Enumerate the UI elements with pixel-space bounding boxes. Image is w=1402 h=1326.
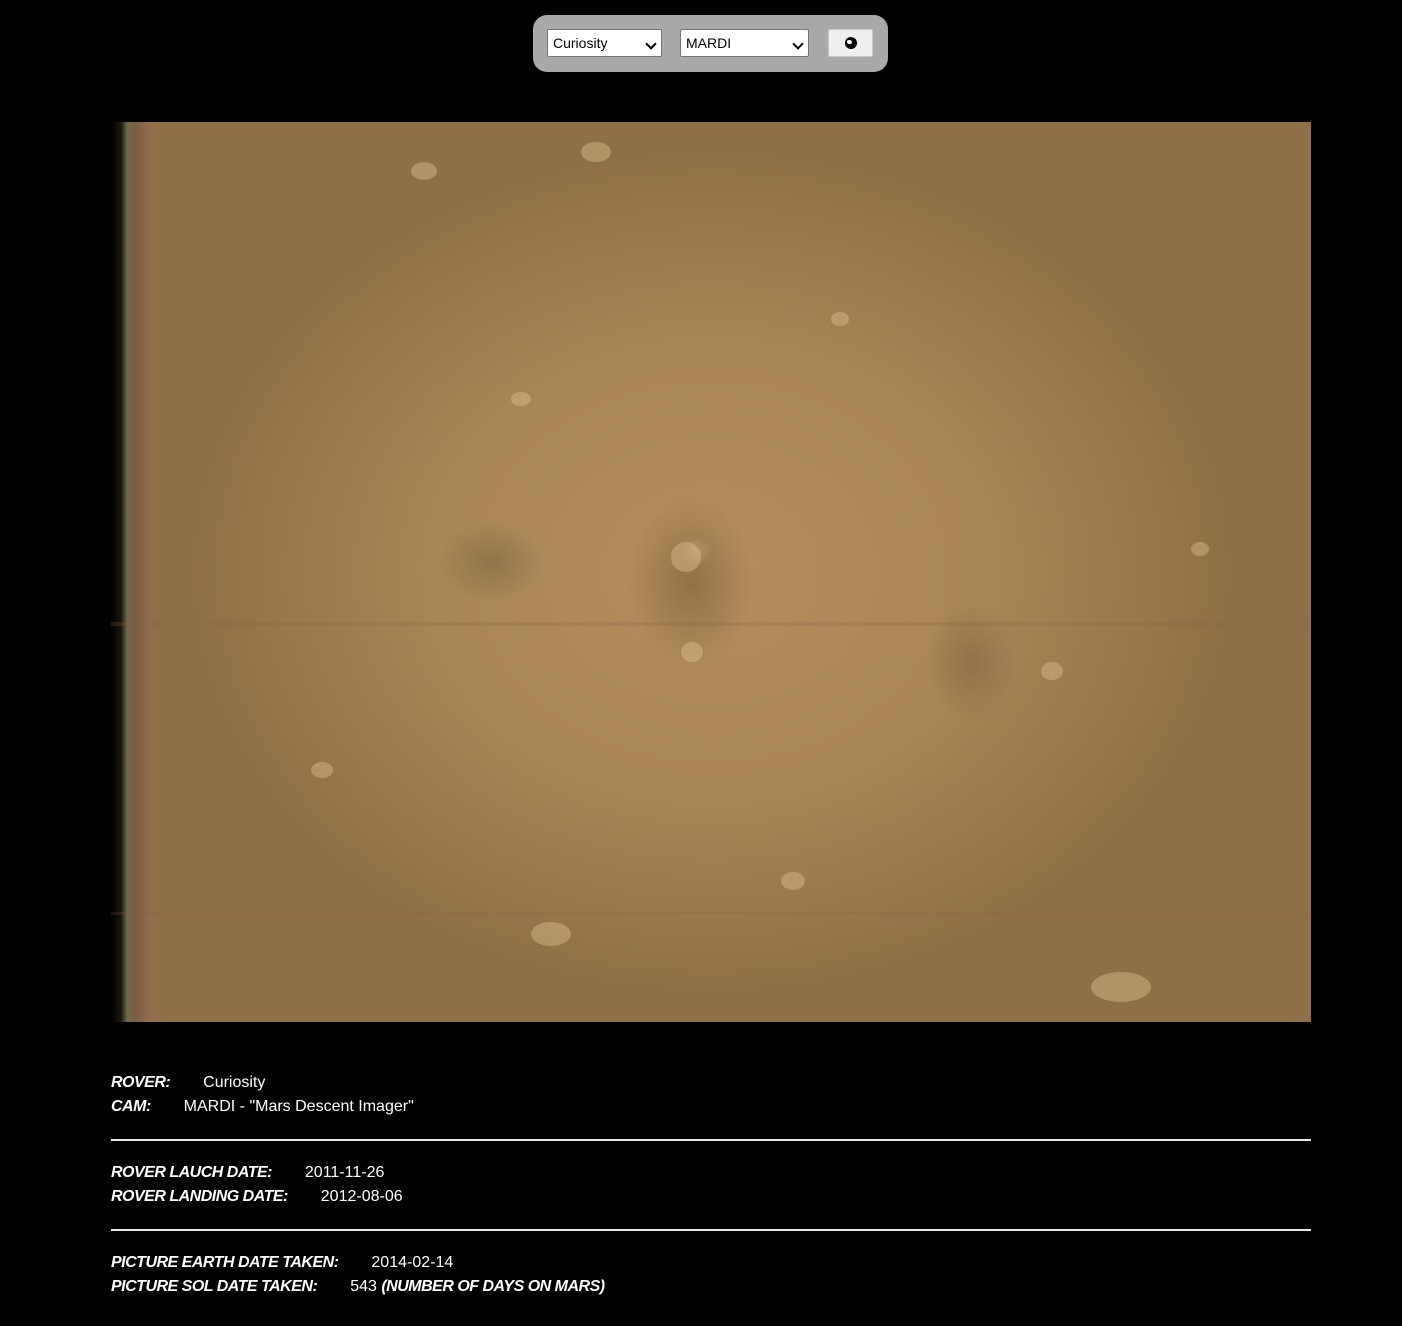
mars-photo <box>111 122 1311 1022</box>
photo-speck <box>831 312 849 326</box>
rover-label: ROVER: <box>111 1074 171 1091</box>
rover-dates-info: ROVER LAUCH DATE: 2011-11-26 ROVER LANDI… <box>111 1161 1311 1209</box>
photo-speck <box>581 142 611 162</box>
chevron-down-icon <box>792 38 804 50</box>
divider <box>111 1229 1311 1231</box>
photo-speck <box>511 392 531 406</box>
camera-select[interactable]: MARDI <box>680 29 809 57</box>
go-button[interactable] <box>828 29 873 57</box>
globe-icon <box>845 37 857 49</box>
photo-speck <box>411 162 437 180</box>
landing-label: ROVER LANDING DATE: <box>111 1188 288 1205</box>
photo-band <box>111 912 1311 915</box>
chevron-down-icon <box>645 38 657 50</box>
camera-select-value: MARDI <box>686 35 732 51</box>
rover-select[interactable]: Curiosity <box>547 29 662 57</box>
landing-row: ROVER LANDING DATE: 2012-08-06 <box>111 1185 1311 1209</box>
photo-left-edge <box>111 122 157 1022</box>
picture-dates-info: PICTURE EARTH DATE TAKEN: 2014-02-14 PIC… <box>111 1251 1311 1299</box>
rover-row: ROVER: Curiosity <box>111 1071 1311 1095</box>
photo-speck <box>1041 662 1063 680</box>
rover-value: Curiosity <box>203 1074 266 1091</box>
photo-speck <box>671 542 701 572</box>
rover-camera-info: ROVER: Curiosity CAM: MARDI - "Mars Desc… <box>111 1071 1311 1119</box>
photo-speck <box>531 922 571 946</box>
cam-row: CAM: MARDI - "Mars Descent Imager" <box>111 1095 1311 1119</box>
launch-value: 2011-11-26 <box>304 1164 385 1181</box>
photo-speck <box>311 762 333 778</box>
earth-date-label: PICTURE EARTH DATE TAKEN: <box>111 1254 339 1271</box>
cam-value: MARDI - "Mars Descent Imager" <box>183 1098 414 1115</box>
photo-speck <box>781 872 805 890</box>
sol-label: PICTURE SOL DATE TAKEN: <box>111 1278 318 1295</box>
earth-date-row: PICTURE EARTH DATE TAKEN: 2014-02-14 <box>111 1251 1311 1275</box>
sol-row: PICTURE SOL DATE TAKEN: 543 (NUMBER OF D… <box>111 1275 1311 1299</box>
sol-value: 543 <box>350 1278 377 1295</box>
controls-bar: Curiosity MARDI <box>533 15 888 72</box>
photo-speck <box>681 642 703 662</box>
sol-note: (NUMBER OF DAYS ON MARS) <box>381 1278 605 1295</box>
rover-select-value: Curiosity <box>553 35 608 51</box>
earth-date-value: 2014-02-14 <box>371 1254 454 1271</box>
cam-label: CAM: <box>111 1098 151 1115</box>
launch-label: ROVER LAUCH DATE: <box>111 1164 272 1181</box>
photo-band <box>111 622 1311 626</box>
photo-speck <box>1091 972 1151 1002</box>
photo-speck <box>1191 542 1209 556</box>
divider <box>111 1139 1311 1141</box>
launch-row: ROVER LAUCH DATE: 2011-11-26 <box>111 1161 1311 1185</box>
landing-value: 2012-08-06 <box>320 1188 403 1205</box>
